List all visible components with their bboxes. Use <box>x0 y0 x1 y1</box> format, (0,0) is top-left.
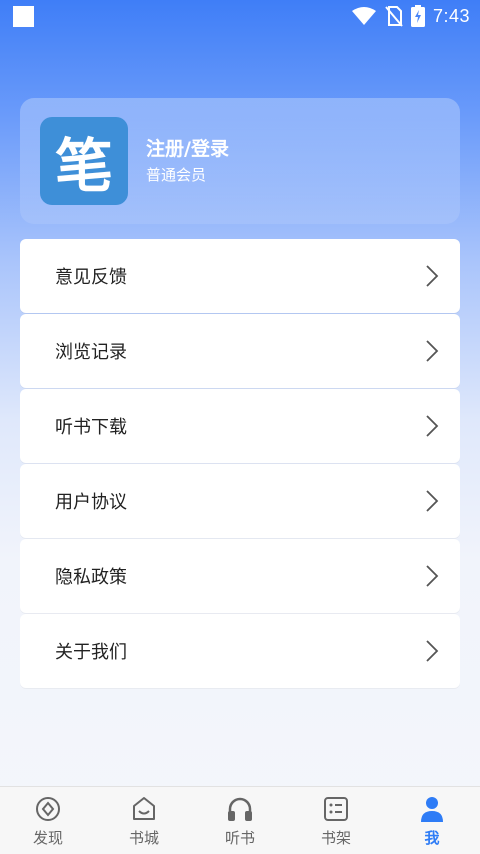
bookstore-icon <box>133 797 155 820</box>
nav-label: 听书 <box>224 829 255 847</box>
menu-item-label: 听书下载 <box>55 417 127 438</box>
menu-item-label: 用户协议 <box>55 492 127 513</box>
status-bar: 7:43 <box>0 0 480 32</box>
chevron-right-icon <box>426 265 439 287</box>
bottom-nav: 发现 书城 听书 书架 我 <box>0 786 480 854</box>
nav-tab-discover[interactable]: 发现 <box>0 787 96 854</box>
nav-tab-bookstore[interactable]: 书城 <box>96 787 192 854</box>
menu-item-privacy-policy[interactable]: 隐私政策 <box>20 539 460 613</box>
no-sim-icon <box>385 6 403 27</box>
nav-label: 发现 <box>32 829 63 847</box>
clock: 7:43 <box>432 5 470 26</box>
nav-tab-profile[interactable]: 我 <box>384 787 480 854</box>
menu-item-user-agreement[interactable]: 用户协议 <box>20 464 460 538</box>
nav-tab-audiobooks[interactable]: 听书 <box>192 787 288 854</box>
login-register-link[interactable]: 注册/登录 <box>146 136 229 162</box>
menu-item-about-us[interactable]: 关于我们 <box>20 614 460 688</box>
discover-icon <box>36 797 60 821</box>
menu-item-audio-downloads[interactable]: 听书下载 <box>20 389 460 463</box>
menu-item-label: 浏览记录 <box>55 342 127 363</box>
settings-menu: 意见反馈 浏览记录 听书下载 用户协议 隐私政策 关于我们 <box>20 239 460 689</box>
bookshelf-icon <box>324 797 348 821</box>
nav-label: 书架 <box>320 829 351 847</box>
status-icons: 7:43 <box>351 0 470 32</box>
nav-label: 我 <box>424 829 440 847</box>
app-logo: 笔 <box>40 117 128 205</box>
menu-item-label: 意见反馈 <box>55 267 127 288</box>
wifi-icon <box>351 7 376 25</box>
chevron-right-icon <box>426 565 439 587</box>
nav-tab-bookshelf[interactable]: 书架 <box>288 787 384 854</box>
chevron-right-icon <box>426 640 439 662</box>
menu-item-feedback[interactable]: 意见反馈 <box>20 239 460 313</box>
chevron-right-icon <box>426 340 439 362</box>
chevron-right-icon <box>426 415 439 437</box>
battery-charging-icon <box>410 5 425 27</box>
profile-card[interactable]: 笔 注册/登录 普通会员 <box>20 98 460 224</box>
menu-item-history[interactable]: 浏览记录 <box>20 314 460 388</box>
membership-level: 普通会员 <box>146 166 207 184</box>
headphones-icon <box>228 797 252 821</box>
chevron-right-icon <box>426 490 439 512</box>
notification-icon <box>13 6 34 27</box>
profile-info: 注册/登录 普通会员 <box>146 136 229 186</box>
profile-icon <box>421 797 443 822</box>
nav-label: 书城 <box>128 829 159 847</box>
menu-item-label: 关于我们 <box>55 642 127 663</box>
menu-item-label: 隐私政策 <box>55 567 127 588</box>
